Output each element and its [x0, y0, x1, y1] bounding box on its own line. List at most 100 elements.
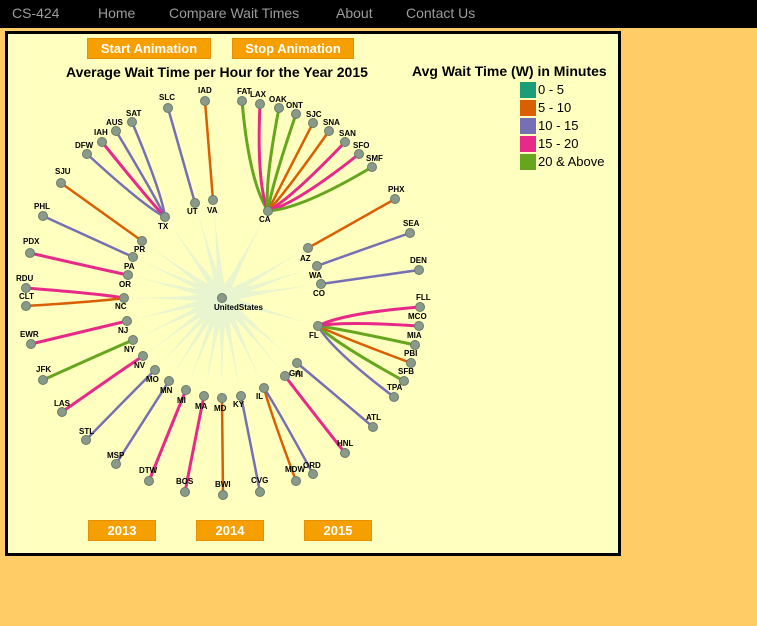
airport-node-dtw — [144, 476, 154, 486]
state-label-nv: NV — [134, 361, 146, 370]
airport-label-msp: MSP — [107, 451, 125, 460]
airport-label-fll: FLL — [416, 293, 431, 302]
state-node-ma — [199, 391, 209, 401]
state-node-co — [316, 279, 326, 289]
airport-node-phx — [390, 194, 400, 204]
legend-label: 5 - 10 — [538, 100, 572, 115]
airport-node-jfk — [38, 375, 48, 385]
airport-label-hnl: HNL — [337, 439, 354, 448]
airport-node-las — [57, 407, 67, 417]
airport-label-smf: SMF — [366, 154, 383, 163]
airport-node-msp — [111, 459, 121, 469]
airport-node-sju — [56, 178, 66, 188]
airport-label-ewr: EWR — [20, 330, 39, 339]
edge-rdu — [24, 286, 126, 300]
airport-label-clt: CLT — [19, 292, 34, 301]
state-node-fl — [313, 321, 323, 331]
airport-label-las: LAS — [54, 399, 71, 408]
airport-node-iad — [200, 96, 210, 106]
airport-label-sfb: SFB — [398, 367, 414, 376]
state-label-wa: WA — [309, 271, 322, 280]
airport-node-clt — [21, 301, 31, 311]
legend-label: 10 - 15 — [538, 118, 579, 133]
state-label-mi: MI — [177, 396, 186, 405]
airport-node-sjc — [308, 118, 318, 128]
legend-label: 15 - 20 — [538, 136, 579, 151]
edge-phl — [41, 214, 135, 259]
edge-pdx — [28, 251, 130, 277]
airport-node-slc — [163, 103, 173, 113]
state-node-or — [123, 270, 133, 280]
airport-node-bos — [180, 487, 190, 497]
state-node-nv — [138, 351, 148, 361]
edge-mia — [316, 324, 417, 347]
airport-label-ont: ONT — [286, 101, 303, 110]
state-label-il: IL — [256, 392, 263, 401]
airport-label-jfk: JFK — [36, 365, 51, 374]
start-animation-button[interactable]: Start Animation — [87, 38, 211, 59]
edge-sea — [315, 231, 412, 268]
state-label-pr: PR — [134, 245, 145, 254]
state-label-ky: KY — [233, 400, 245, 409]
edge-jfk — [41, 338, 135, 382]
year-2015-button[interactable]: 2015 — [304, 520, 372, 541]
airport-node-ont — [291, 109, 301, 119]
state-node-mi — [181, 385, 191, 395]
airport-node-hnl — [340, 448, 350, 458]
edge-iad — [203, 99, 215, 202]
airport-label-oak: OAK — [269, 95, 287, 104]
airport-label-mia: MIA — [407, 331, 422, 340]
center-node — [217, 293, 227, 303]
state-node-az — [303, 243, 313, 253]
edge-clt — [24, 296, 126, 308]
airport-label-lax: LAX — [250, 90, 267, 99]
airport-label-ord: ORD — [303, 461, 321, 470]
year-2013-button[interactable]: 2013 — [88, 520, 156, 541]
edge-sat — [130, 120, 167, 219]
airport-node-sat — [127, 117, 137, 127]
state-label-ga: GA — [289, 369, 301, 378]
airport-node-lax — [255, 99, 265, 109]
state-node-tx — [160, 212, 170, 222]
legend-label: 20 & Above — [538, 154, 605, 169]
airport-label-cvg: CVG — [251, 476, 268, 485]
airport-label-atl: ATL — [366, 413, 381, 422]
airport-label-sjc: SJC — [306, 110, 322, 119]
airport-node-dfw — [82, 149, 92, 159]
airport-node-fat — [237, 96, 247, 106]
stop-animation-button[interactable]: Stop Animation — [232, 38, 354, 59]
airport-node-oak — [274, 103, 284, 113]
state-label-ca: CA — [259, 215, 271, 224]
state-label-or: OR — [119, 280, 131, 289]
airport-label-mco: MCO — [408, 312, 427, 321]
airport-node-phl — [38, 211, 48, 221]
airport-node-aus — [111, 126, 121, 136]
airport-label-pdx: PDX — [23, 237, 40, 246]
airport-label-sju: SJU — [55, 167, 71, 176]
state-label-ma: MA — [195, 402, 208, 411]
edge-phx — [306, 197, 397, 250]
airport-label-stl: STL — [79, 427, 94, 436]
airport-label-phl: PHL — [34, 202, 50, 211]
edge-dfw — [85, 152, 167, 219]
airport-label-rdu: RDU — [16, 274, 34, 283]
airport-label-dfw: DFW — [75, 141, 94, 150]
airport-label-sfo: SFO — [353, 141, 369, 150]
airport-label-bos: BOS — [176, 477, 194, 486]
legend-swatch — [520, 136, 536, 152]
state-label-mo: MO — [146, 375, 159, 384]
airport-label-sna: SNA — [323, 118, 340, 127]
airport-node-stl — [81, 435, 91, 445]
state-node-mn — [164, 376, 174, 386]
airport-node-sna — [324, 126, 334, 136]
edge-mco — [316, 322, 421, 328]
state-label-co: CO — [313, 289, 325, 298]
year-2014-button[interactable]: 2014 — [196, 520, 264, 541]
airport-node-bwi — [218, 490, 228, 500]
airport-node-fll — [415, 302, 425, 312]
state-label-nc: NC — [115, 302, 127, 311]
state-node-md — [217, 393, 227, 403]
state-label-fl: FL — [309, 331, 319, 340]
airport-node-sfo — [354, 149, 364, 159]
airport-label-phx: PHX — [388, 185, 405, 194]
